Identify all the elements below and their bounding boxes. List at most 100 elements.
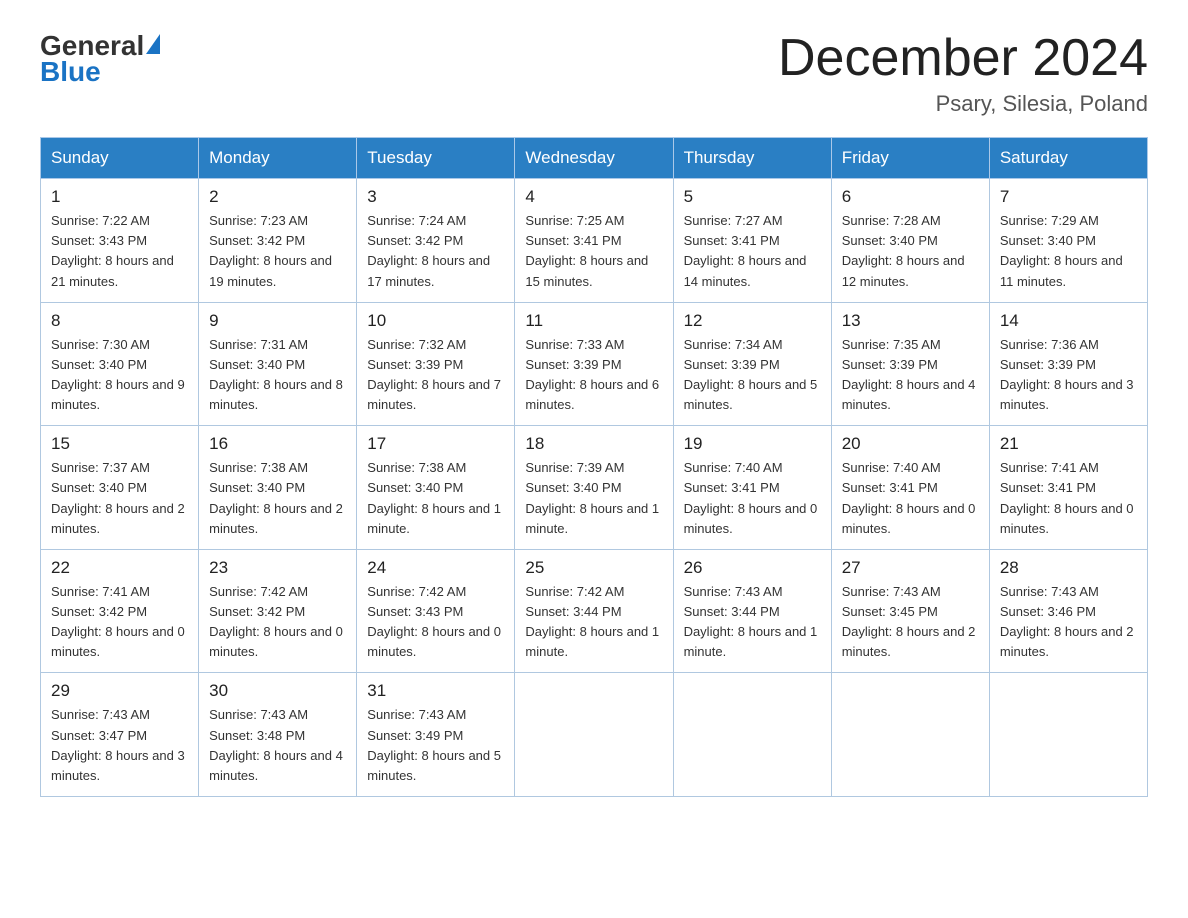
day-header-sunday: Sunday [41, 138, 199, 179]
day-number: 27 [842, 558, 979, 578]
day-cell: 12 Sunrise: 7:34 AMSunset: 3:39 PMDayligh… [673, 302, 831, 426]
day-info: Sunrise: 7:29 AMSunset: 3:40 PMDaylight:… [1000, 211, 1137, 292]
day-info: Sunrise: 7:38 AMSunset: 3:40 PMDaylight:… [209, 458, 346, 539]
day-cell: 13 Sunrise: 7:35 AMSunset: 3:39 PMDayligh… [831, 302, 989, 426]
week-row-4: 22 Sunrise: 7:41 AMSunset: 3:42 PMDayligh… [41, 549, 1148, 673]
day-info: Sunrise: 7:40 AMSunset: 3:41 PMDaylight:… [842, 458, 979, 539]
day-cell: 16 Sunrise: 7:38 AMSunset: 3:40 PMDayligh… [199, 426, 357, 550]
day-cell: 24 Sunrise: 7:42 AMSunset: 3:43 PMDayligh… [357, 549, 515, 673]
day-info: Sunrise: 7:42 AMSunset: 3:44 PMDaylight:… [525, 582, 662, 663]
day-cell: 4 Sunrise: 7:25 AMSunset: 3:41 PMDaylight… [515, 179, 673, 303]
day-headers-row: SundayMondayTuesdayWednesdayThursdayFrid… [41, 138, 1148, 179]
day-cell: 9Sunrise: 7:31 AMSunset: 3:40 PMDaylight… [199, 302, 357, 426]
day-info: Sunrise: 7:42 AMSunset: 3:43 PMDaylight:… [367, 582, 504, 663]
day-cell: 7 Sunrise: 7:29 AMSunset: 3:40 PMDaylight… [989, 179, 1147, 303]
day-header-thursday: Thursday [673, 138, 831, 179]
day-cell: 26Sunrise: 7:43 AMSunset: 3:44 PMDayligh… [673, 549, 831, 673]
subtitle: Psary, Silesia, Poland [778, 91, 1148, 117]
day-header-friday: Friday [831, 138, 989, 179]
day-number: 25 [525, 558, 662, 578]
day-cell: 30Sunrise: 7:43 AMSunset: 3:48 PMDayligh… [199, 673, 357, 797]
day-cell [989, 673, 1147, 797]
day-cell: 1 Sunrise: 7:22 AMSunset: 3:43 PMDaylight… [41, 179, 199, 303]
day-number: 5 [684, 187, 821, 207]
day-cell: 25 Sunrise: 7:42 AMSunset: 3:44 PMDayligh… [515, 549, 673, 673]
day-info: Sunrise: 7:27 AMSunset: 3:41 PMDaylight:… [684, 211, 821, 292]
day-info: Sunrise: 7:39 AMSunset: 3:40 PMDaylight:… [525, 458, 662, 539]
day-cell: 31 Sunrise: 7:43 AMSunset: 3:49 PMDayligh… [357, 673, 515, 797]
day-info: Sunrise: 7:37 AMSunset: 3:40 PMDaylight:… [51, 458, 188, 539]
day-cell: 11Sunrise: 7:33 AMSunset: 3:39 PMDayligh… [515, 302, 673, 426]
calendar-table: SundayMondayTuesdayWednesdayThursdayFrid… [40, 137, 1148, 797]
calendar-body: 1 Sunrise: 7:22 AMSunset: 3:43 PMDaylight… [41, 179, 1148, 797]
day-number: 8 [51, 311, 188, 331]
day-info: Sunrise: 7:36 AMSunset: 3:39 PMDaylight:… [1000, 335, 1137, 416]
day-cell [673, 673, 831, 797]
day-info: Sunrise: 7:42 AMSunset: 3:42 PMDaylight:… [209, 582, 346, 663]
day-info: Sunrise: 7:43 AMSunset: 3:48 PMDaylight:… [209, 705, 346, 786]
day-number: 18 [525, 434, 662, 454]
day-cell: 29 Sunrise: 7:43 AMSunset: 3:47 PMDayligh… [41, 673, 199, 797]
day-info: Sunrise: 7:22 AMSunset: 3:43 PMDaylight:… [51, 211, 188, 292]
day-info: Sunrise: 7:38 AMSunset: 3:40 PMDaylight:… [367, 458, 504, 539]
day-info: Sunrise: 7:33 AMSunset: 3:39 PMDaylight:… [525, 335, 662, 416]
page-header: General Blue December 2024 Psary, Silesi… [40, 30, 1148, 117]
day-cell: 19 Sunrise: 7:40 AMSunset: 3:41 PMDayligh… [673, 426, 831, 550]
day-number: 20 [842, 434, 979, 454]
calendar-header: SundayMondayTuesdayWednesdayThursdayFrid… [41, 138, 1148, 179]
day-cell [831, 673, 989, 797]
week-row-1: 1 Sunrise: 7:22 AMSunset: 3:43 PMDaylight… [41, 179, 1148, 303]
day-info: Sunrise: 7:40 AMSunset: 3:41 PMDaylight:… [684, 458, 821, 539]
day-cell: 2Sunrise: 7:23 AMSunset: 3:42 PMDaylight… [199, 179, 357, 303]
day-cell: 6Sunrise: 7:28 AMSunset: 3:40 PMDaylight… [831, 179, 989, 303]
day-number: 17 [367, 434, 504, 454]
day-info: Sunrise: 7:31 AMSunset: 3:40 PMDaylight:… [209, 335, 346, 416]
day-number: 13 [842, 311, 979, 331]
day-number: 24 [367, 558, 504, 578]
day-cell: 8 Sunrise: 7:30 AMSunset: 3:40 PMDaylight… [41, 302, 199, 426]
day-cell: 5 Sunrise: 7:27 AMSunset: 3:41 PMDaylight… [673, 179, 831, 303]
day-info: Sunrise: 7:43 AMSunset: 3:49 PMDaylight:… [367, 705, 504, 786]
day-number: 22 [51, 558, 188, 578]
day-info: Sunrise: 7:28 AMSunset: 3:40 PMDaylight:… [842, 211, 979, 292]
day-cell: 15 Sunrise: 7:37 AMSunset: 3:40 PMDayligh… [41, 426, 199, 550]
day-cell: 22 Sunrise: 7:41 AMSunset: 3:42 PMDayligh… [41, 549, 199, 673]
day-number: 12 [684, 311, 821, 331]
day-cell: 27 Sunrise: 7:43 AMSunset: 3:45 PMDayligh… [831, 549, 989, 673]
day-info: Sunrise: 7:41 AMSunset: 3:42 PMDaylight:… [51, 582, 188, 663]
day-info: Sunrise: 7:30 AMSunset: 3:40 PMDaylight:… [51, 335, 188, 416]
day-number: 31 [367, 681, 504, 701]
day-header-tuesday: Tuesday [357, 138, 515, 179]
day-number: 15 [51, 434, 188, 454]
day-info: Sunrise: 7:35 AMSunset: 3:39 PMDaylight:… [842, 335, 979, 416]
week-row-3: 15 Sunrise: 7:37 AMSunset: 3:40 PMDayligh… [41, 426, 1148, 550]
day-number: 28 [1000, 558, 1137, 578]
week-row-5: 29 Sunrise: 7:43 AMSunset: 3:47 PMDayligh… [41, 673, 1148, 797]
logo-triangle-icon [146, 34, 160, 54]
day-number: 3 [367, 187, 504, 207]
day-info: Sunrise: 7:25 AMSunset: 3:41 PMDaylight:… [525, 211, 662, 292]
day-info: Sunrise: 7:41 AMSunset: 3:41 PMDaylight:… [1000, 458, 1137, 539]
logo-blue-text: Blue [40, 56, 101, 88]
day-cell: 10Sunrise: 7:32 AMSunset: 3:39 PMDayligh… [357, 302, 515, 426]
day-info: Sunrise: 7:34 AMSunset: 3:39 PMDaylight:… [684, 335, 821, 416]
day-number: 4 [525, 187, 662, 207]
day-number: 7 [1000, 187, 1137, 207]
day-info: Sunrise: 7:43 AMSunset: 3:45 PMDaylight:… [842, 582, 979, 663]
day-cell: 17 Sunrise: 7:38 AMSunset: 3:40 PMDayligh… [357, 426, 515, 550]
day-cell: 28 Sunrise: 7:43 AMSunset: 3:46 PMDayligh… [989, 549, 1147, 673]
day-info: Sunrise: 7:43 AMSunset: 3:46 PMDaylight:… [1000, 582, 1137, 663]
day-number: 16 [209, 434, 346, 454]
day-cell: 23Sunrise: 7:42 AMSunset: 3:42 PMDayligh… [199, 549, 357, 673]
day-number: 2 [209, 187, 346, 207]
day-number: 29 [51, 681, 188, 701]
day-cell: 18 Sunrise: 7:39 AMSunset: 3:40 PMDayligh… [515, 426, 673, 550]
day-info: Sunrise: 7:43 AMSunset: 3:47 PMDaylight:… [51, 705, 188, 786]
logo: General Blue [40, 30, 160, 88]
day-cell: 20 Sunrise: 7:40 AMSunset: 3:41 PMDayligh… [831, 426, 989, 550]
day-cell: 3Sunrise: 7:24 AMSunset: 3:42 PMDaylight… [357, 179, 515, 303]
day-number: 1 [51, 187, 188, 207]
day-number: 10 [367, 311, 504, 331]
day-header-wednesday: Wednesday [515, 138, 673, 179]
day-number: 19 [684, 434, 821, 454]
